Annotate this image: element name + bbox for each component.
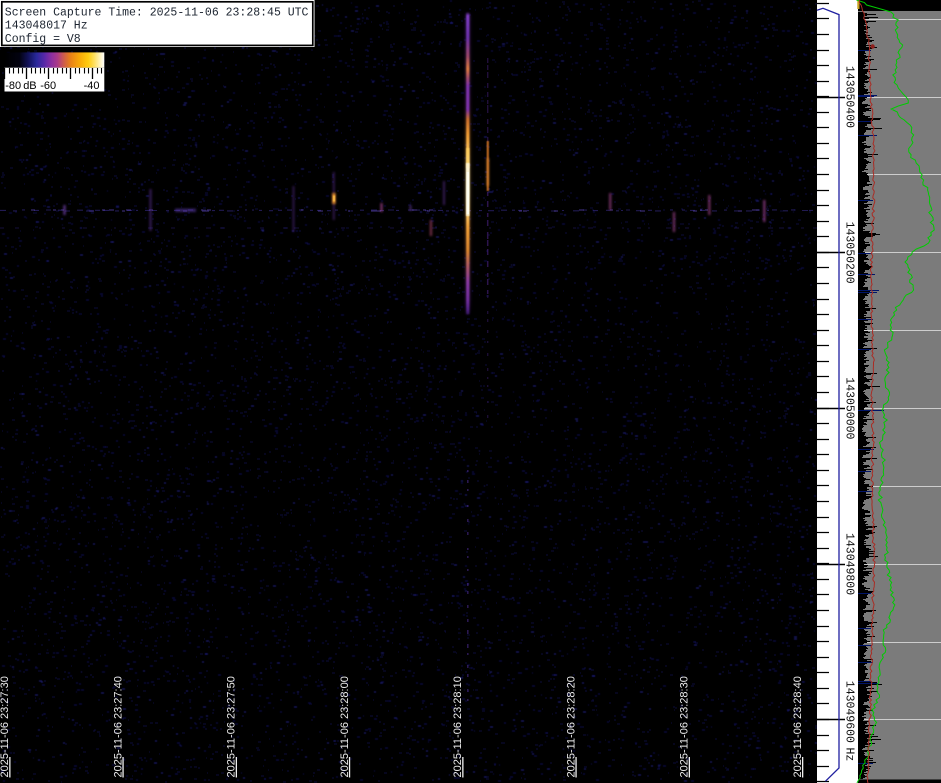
svg-text:2025-11-06 23:27:50: 2025-11-06 23:27:50 — [226, 676, 238, 777]
svg-text:Hz: Hz — [842, 748, 855, 762]
svg-text:-40: -40 — [84, 80, 100, 92]
svg-text:143050000: 143050000 — [842, 377, 855, 439]
svg-text:2025-11-06 23:28:10: 2025-11-06 23:28:10 — [452, 676, 464, 777]
svg-text:143049600: 143049600 — [842, 681, 855, 743]
svg-text:-80: -80 — [5, 80, 21, 92]
svg-text:-60: -60 — [40, 80, 56, 92]
svg-text:2025-11-06 23:28:00: 2025-11-06 23:28:00 — [339, 676, 351, 777]
svg-text:143048017 Hz: 143048017 Hz — [5, 20, 88, 33]
svg-text:143049800: 143049800 — [842, 533, 855, 595]
svg-text:2025-11-06 23:28:40: 2025-11-06 23:28:40 — [792, 676, 804, 777]
svg-text:2025-11-06 23:27:30: 2025-11-06 23:27:30 — [0, 676, 11, 777]
svg-text:143050200: 143050200 — [842, 222, 855, 284]
svg-text:2025-11-06 23:28:20: 2025-11-06 23:28:20 — [565, 676, 577, 777]
svg-text:143050400: 143050400 — [842, 66, 855, 128]
svg-text:Config = V8: Config = V8 — [5, 33, 81, 46]
svg-text:Screen Capture Time: 2025-11-0: Screen Capture Time: 2025-11-06 23:28:45… — [5, 6, 309, 19]
svg-text:2025-11-06 23:27:40: 2025-11-06 23:27:40 — [112, 676, 124, 777]
svg-text:dB: dB — [23, 80, 36, 92]
svg-text:2025-11-06 23:28:30: 2025-11-06 23:28:30 — [679, 676, 691, 777]
